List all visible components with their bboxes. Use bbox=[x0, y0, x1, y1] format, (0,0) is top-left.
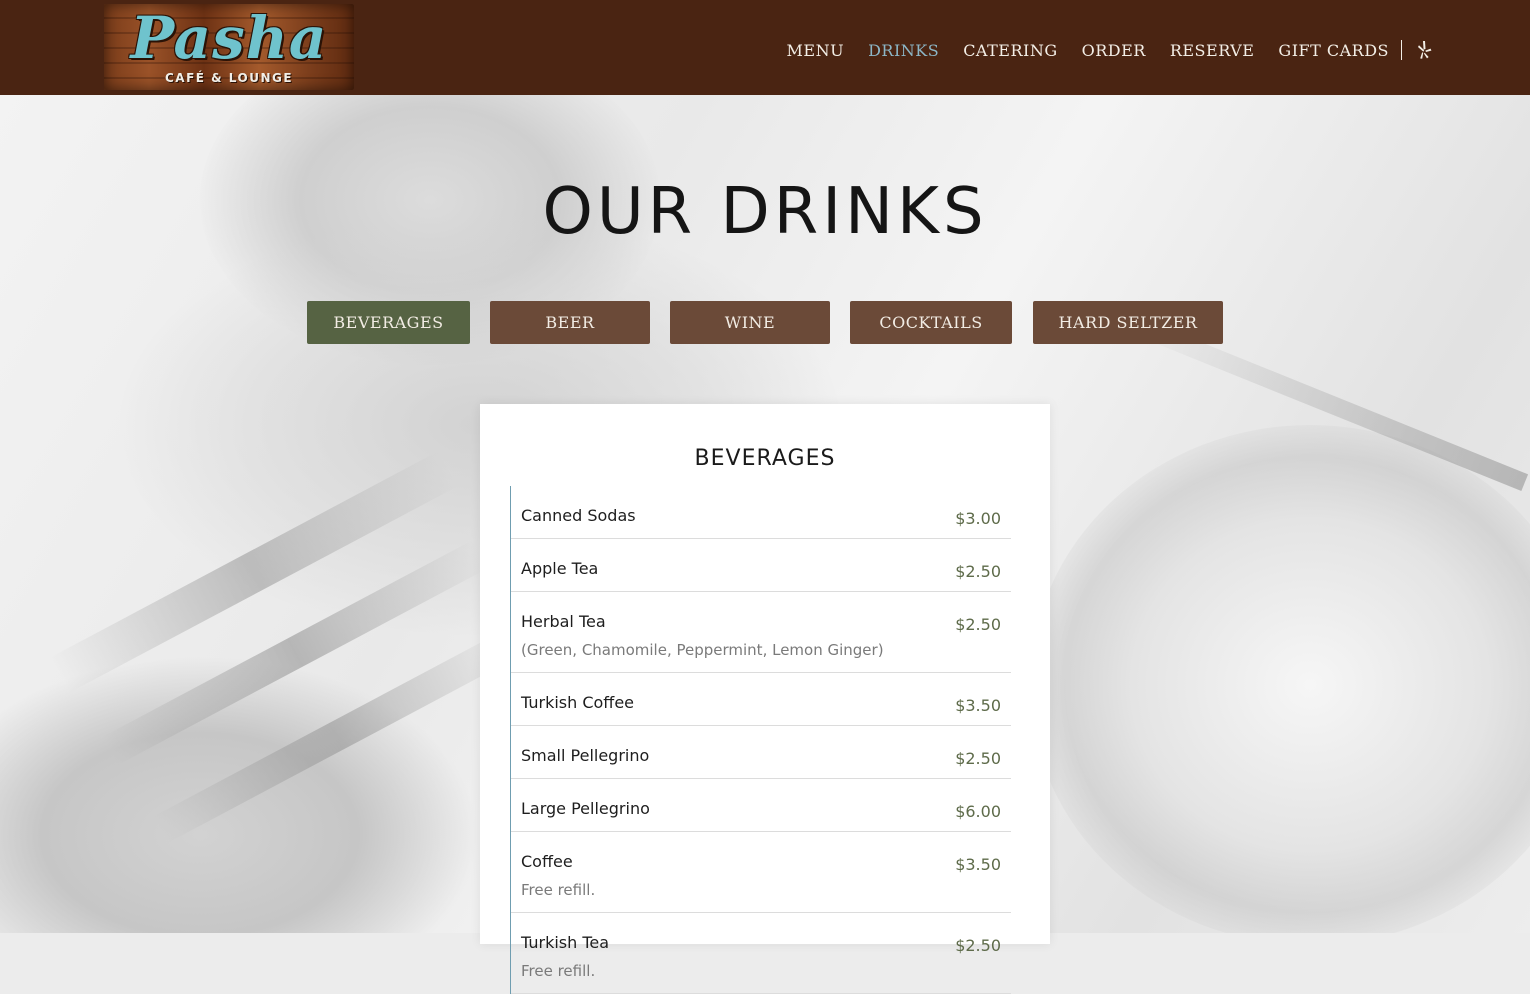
item-description: Free refill. bbox=[521, 881, 596, 899]
nav-drinks[interactable]: DRINKS bbox=[868, 41, 939, 60]
logo-name: Pasha bbox=[130, 4, 328, 72]
nav-gift-cards[interactable]: GIFT CARDS bbox=[1278, 41, 1389, 60]
nav-divider bbox=[1401, 40, 1402, 60]
item-price: $3.50 bbox=[955, 696, 1001, 715]
list-item: Turkish Coffee $3.50 bbox=[511, 673, 1011, 726]
list-item: Small Pellegrino $2.50 bbox=[511, 726, 1011, 779]
item-name: Turkish Tea bbox=[521, 933, 610, 952]
item-description: (Green, Chamomile, Peppermint, Lemon Gin… bbox=[521, 641, 884, 659]
item-name: Apple Tea bbox=[521, 559, 599, 578]
item-price: $3.00 bbox=[955, 509, 1001, 528]
list-item: Apple Tea $2.50 bbox=[511, 539, 1011, 592]
item-name: Herbal Tea bbox=[521, 612, 606, 631]
yelp-icon[interactable] bbox=[1416, 40, 1432, 60]
item-name: Turkish Coffee bbox=[521, 693, 635, 712]
nav-catering[interactable]: CATERING bbox=[963, 41, 1057, 60]
item-price: $6.00 bbox=[955, 802, 1001, 821]
nav-order[interactable]: ORDER bbox=[1082, 41, 1146, 60]
item-price: $2.50 bbox=[955, 615, 1001, 634]
item-description: Free refill. bbox=[521, 962, 596, 980]
list-item: Canned Sodas $3.00 bbox=[511, 486, 1011, 539]
tab-cocktails[interactable]: COCKTAILS bbox=[850, 301, 1012, 344]
item-price: $2.50 bbox=[955, 749, 1001, 768]
drinks-list: Canned Sodas $3.00 Apple Tea $2.50 Herba… bbox=[510, 486, 1011, 994]
item-price: $2.50 bbox=[955, 936, 1001, 955]
site-header: Pasha CAFÉ & LOUNGE MENU DRINKS CATERING… bbox=[0, 0, 1530, 95]
section-title: BEVERAGES bbox=[694, 446, 836, 471]
page-title: OUR DRINKS bbox=[542, 175, 988, 249]
item-price: $3.50 bbox=[955, 855, 1001, 874]
nav-reserve[interactable]: RESERVE bbox=[1170, 41, 1255, 60]
item-price: $2.50 bbox=[955, 562, 1001, 581]
list-item: Herbal Tea (Green, Chamomile, Peppermint… bbox=[511, 592, 1011, 673]
item-name: Canned Sodas bbox=[521, 506, 636, 525]
item-name: Coffee bbox=[521, 852, 573, 871]
logo[interactable]: Pasha CAFÉ & LOUNGE bbox=[104, 4, 354, 90]
tab-hard-seltzer[interactable]: HARD SELTZER bbox=[1033, 301, 1223, 344]
nav-menu[interactable]: MENU bbox=[787, 41, 845, 60]
logo-tagline: CAFÉ & LOUNGE bbox=[164, 71, 294, 85]
item-name: Large Pellegrino bbox=[521, 799, 650, 818]
list-item: Large Pellegrino $6.00 bbox=[511, 779, 1011, 832]
tab-wine[interactable]: WINE bbox=[670, 301, 830, 344]
list-item: Coffee Free refill. $3.50 bbox=[511, 832, 1011, 913]
list-item: Turkish Tea Free refill. $2.50 bbox=[511, 913, 1011, 994]
main-nav: MENU DRINKS CATERING ORDER RESERVE GIFT … bbox=[763, 38, 1432, 62]
item-name: Small Pellegrino bbox=[521, 746, 650, 765]
menu-card: BEVERAGES Canned Sodas $3.00 Apple Tea $… bbox=[480, 404, 1050, 994]
tab-beverages[interactable]: BEVERAGES bbox=[307, 301, 470, 344]
tab-beer[interactable]: BEER bbox=[490, 301, 650, 344]
